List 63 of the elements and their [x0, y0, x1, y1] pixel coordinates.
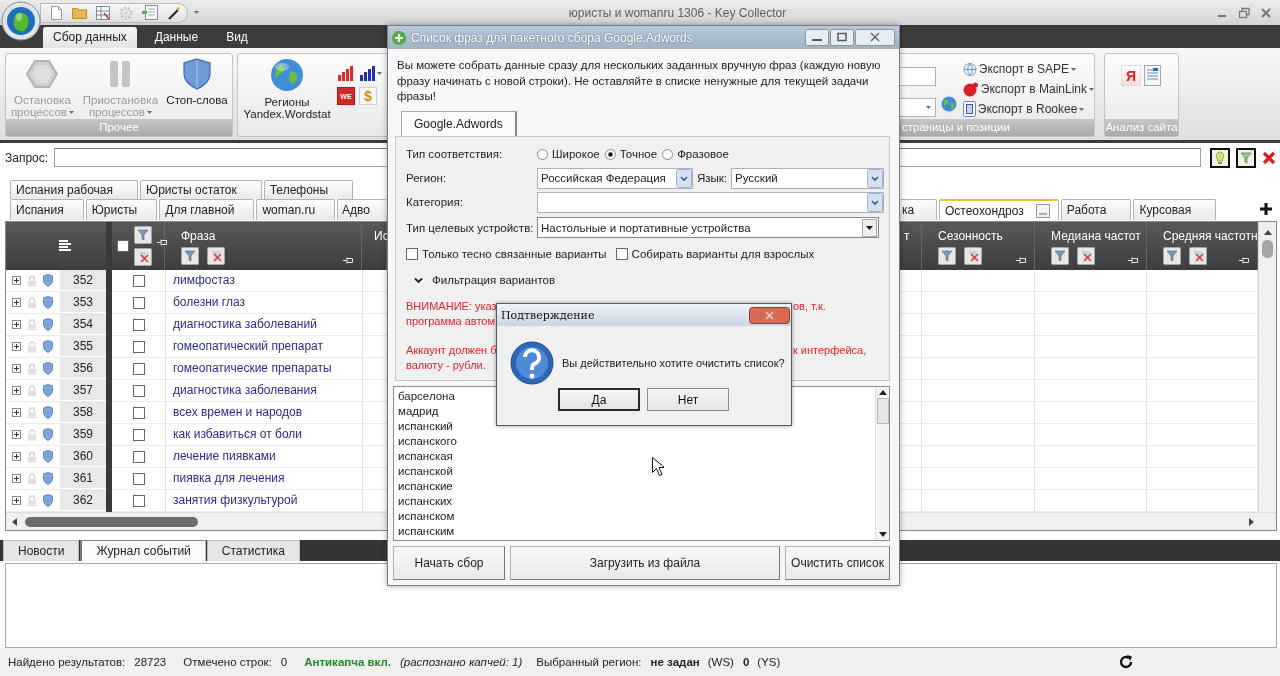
description-text: Вы можете собрать данные сразу для нескольких заданных вручную фраз (каждую новую фразу начинать с новой строки). Не оставляйте в списке ненужные для текущей задачи фразы! [396, 58, 882, 104]
row-number: 352 [60, 270, 106, 291]
phrase-line: испанской [398, 464, 453, 479]
status-text: не задан [650, 656, 700, 668]
dialog-title: Список фраз для пакетного сбора Google.Adwords [411, 30, 693, 45]
phrase-line: испанском [398, 509, 455, 524]
row-number: 357 [60, 380, 106, 401]
phrase-cell: как избавиться от боли [165, 424, 362, 445]
phrase-line: мадрид [398, 404, 439, 419]
group-label: Анализ сайта [1105, 119, 1178, 136]
group-label: страницы и позиции [900, 119, 1094, 136]
row-number: 359 [60, 424, 106, 445]
warning-text: ов, т.к. [793, 299, 826, 314]
phrase-cell: болезни глаз [165, 292, 362, 313]
warning-text: Аккаунт должен б [406, 343, 497, 358]
phrase-cell: лимфостаз [165, 270, 362, 291]
phrase-line: испанского [398, 434, 457, 449]
field-label: Категория: [406, 196, 464, 208]
phrase-line: испанским [398, 524, 455, 539]
phrase-cell: пиявка для лечения [165, 468, 362, 489]
row-number: 355 [60, 336, 106, 357]
group-label: Прочее [6, 119, 232, 136]
status-text: Выбранный регион: [536, 656, 642, 668]
status-text: 28723 [134, 656, 167, 668]
phrase-line: барселона [398, 389, 455, 404]
status-text: 0 [742, 656, 750, 668]
field-label: Язык: [697, 172, 728, 184]
phrase-cell: диагностика заболеваний [165, 314, 362, 335]
warning-text: ВНИМАНИЕ: указ [406, 299, 497, 314]
phrase-cell: всех времен и народов [165, 402, 362, 423]
row-number: 362 [60, 490, 106, 511]
phrase-cell: лечение пиявками [165, 446, 362, 467]
row-number: 354 [60, 314, 106, 335]
warning-text: к интерфейса, [793, 343, 867, 358]
field-label: Тип целевых устройств: [406, 221, 535, 234]
row-number: 353 [60, 292, 106, 313]
phrase-cell: гомеопатические препараты [165, 358, 362, 379]
dialog-message: Вы действительно хотите очистить список? [562, 357, 785, 369]
dialog-title: Подтверждение [501, 308, 595, 322]
phrase-line: испанская [398, 449, 453, 464]
status-text: (YS) [757, 656, 781, 668]
warning-text: валюту - рубли. [406, 358, 486, 373]
row-number: 358 [60, 402, 106, 423]
status-text: 0 [280, 656, 288, 668]
status-text: Найдено результатов: [8, 656, 126, 668]
phrase-cell: диагностика заболевания [165, 380, 362, 401]
warning-text: программа автом [406, 314, 496, 329]
status-text: (распознано капчей: 1) [399, 656, 523, 668]
status-text: Отмечено строк: [183, 656, 272, 668]
query-label: Запрос: [5, 150, 49, 165]
phrase-cell: гомеопатический препарат [165, 336, 362, 357]
phrase-line: испанские [398, 479, 453, 494]
field-label: Тип соответствия: [406, 148, 504, 160]
window-title: юристы и womanru 1306 - Key Collector [568, 5, 787, 20]
row-number: 361 [60, 468, 106, 489]
phrase-cell: занятия физкультурой [165, 490, 362, 511]
row-number: 360 [60, 446, 106, 467]
phrase-line: испанский [398, 419, 453, 434]
status-text: Антикапча вкл. [304, 656, 391, 668]
status-text: (WS) [707, 656, 734, 668]
row-number: 356 [60, 358, 106, 379]
field-label: Регион: [406, 172, 448, 184]
phrase-line: испанских [398, 494, 453, 509]
